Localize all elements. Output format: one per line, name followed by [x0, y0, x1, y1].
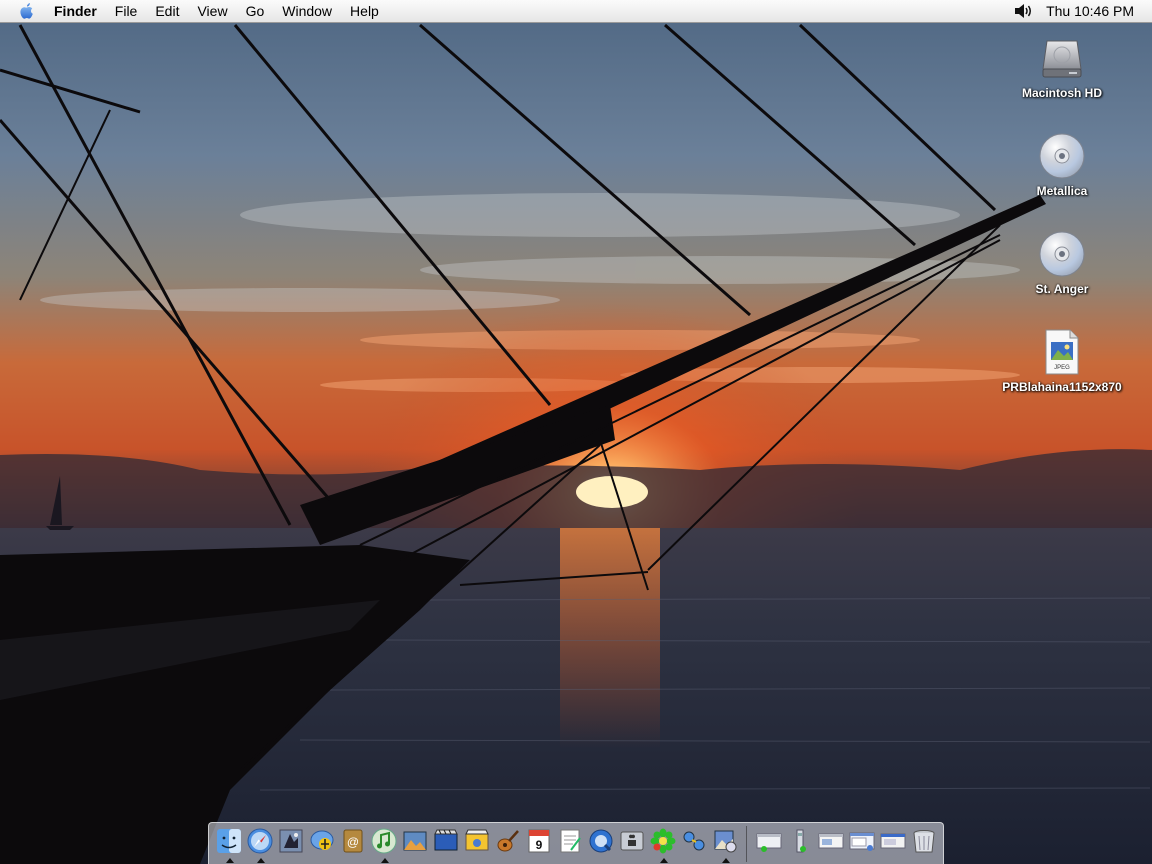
dock-item-finder[interactable] [214, 826, 244, 863]
itunes-icon [371, 828, 396, 853]
system-preferences-icon [620, 831, 643, 850]
menu-bar: Finder File Edit View Go Window Help Thu… [0, 0, 1152, 23]
dock-item-ichat[interactable] [307, 826, 337, 862]
desktop-icon-metallica[interactable]: Metallica [992, 130, 1132, 198]
dock: @ 9 [208, 822, 944, 864]
icq-icon [650, 828, 675, 853]
address-book-icon: @ [343, 829, 362, 852]
desktop-icon-macintosh-hd[interactable]: Macintosh HD [992, 32, 1132, 100]
idvd-icon [464, 829, 489, 850]
safari-icon [247, 828, 272, 853]
trash-icon [913, 829, 934, 852]
menu-edit[interactable]: Edit [146, 0, 188, 22]
dock-minimized-window[interactable] [847, 826, 877, 862]
menu-view[interactable]: View [188, 0, 236, 22]
menu-clock[interactable]: Thu 10:46 PM [1046, 0, 1134, 22]
ical-date: 9 [535, 838, 542, 852]
dock-utility[interactable] [785, 826, 815, 862]
menu-go[interactable]: Go [237, 0, 274, 22]
jpeg-file-icon: JPEG [1036, 326, 1088, 378]
minimized-window-icon [818, 833, 843, 848]
minimized-window-icon [880, 833, 905, 848]
dock-item-safari[interactable] [245, 826, 275, 863]
dock-item-iphoto[interactable] [400, 826, 430, 862]
preview-icon [714, 830, 736, 852]
garageband-icon [497, 829, 519, 851]
imovie-icon [433, 829, 458, 850]
dock-minimized-window[interactable] [754, 826, 784, 862]
apple-menu-icon[interactable] [16, 0, 38, 22]
desktop-wallpaper [0, 0, 1152, 864]
running-indicator [256, 857, 265, 863]
running-indicator [721, 857, 730, 863]
desktop-icon-label: Metallica [1036, 184, 1088, 198]
dock-item-textedit[interactable] [555, 826, 585, 862]
desktop-icon-st-anger[interactable]: St. Anger [992, 228, 1132, 296]
network-icon [683, 831, 704, 850]
desktop-icon-label: Macintosh HD [1021, 86, 1102, 100]
desktop-icon-label: PRBlahaina1152x870 [1002, 380, 1122, 394]
dock-separator [746, 825, 747, 862]
cd-icon [1036, 228, 1088, 280]
finder-icon [216, 828, 241, 853]
ichat-icon [310, 830, 333, 850]
minimized-window-icon [756, 833, 781, 852]
dock-item-system-preferences[interactable] [617, 826, 647, 862]
dock-item-address-book[interactable]: @ [338, 826, 368, 862]
minimized-window-icon [849, 832, 874, 851]
dock-item-icq[interactable] [648, 826, 678, 863]
dock-item-quicktime[interactable] [586, 826, 616, 862]
mail-icon [279, 829, 302, 852]
volume-icon[interactable] [1012, 0, 1034, 22]
hard-drive-icon [1036, 32, 1088, 84]
iphoto-icon [403, 831, 426, 850]
menu-help[interactable]: Help [341, 0, 388, 22]
running-indicator [659, 857, 668, 863]
textedit-icon [560, 829, 581, 852]
dock-item-preview[interactable] [710, 826, 740, 863]
running-indicator [225, 857, 234, 863]
menu-file[interactable]: File [106, 0, 147, 22]
dock-item-imovie[interactable] [431, 826, 461, 862]
desktop-icon-label: St. Anger [1035, 282, 1089, 296]
cd-icon [1036, 130, 1088, 182]
dock-item-ical[interactable]: 9 [524, 826, 554, 862]
desktop: Finder File Edit View Go Window Help Thu… [0, 0, 1152, 864]
dock-item-itunes[interactable] [369, 826, 399, 863]
menu-window[interactable]: Window [273, 0, 341, 22]
dock-minimized-window[interactable] [878, 826, 908, 862]
running-indicator [380, 857, 389, 863]
dock-item-garageband[interactable] [493, 826, 523, 862]
utility-icon [796, 829, 806, 852]
svg-text:@: @ [346, 835, 358, 849]
dock-item-idvd[interactable] [462, 826, 492, 862]
jpeg-badge: JPEG [1054, 365, 1070, 371]
menu-app-finder[interactable]: Finder [48, 0, 106, 22]
dock-item-mail[interactable] [276, 826, 306, 862]
dock-minimized-window[interactable] [816, 826, 846, 862]
quicktime-icon [589, 829, 612, 852]
dock-trash[interactable] [909, 826, 939, 862]
ical-icon: 9 [528, 829, 549, 852]
dock-item-network[interactable] [679, 826, 709, 862]
desktop-icon-prblahaina[interactable]: JPEG PRBlahaina1152x870 [992, 326, 1132, 394]
